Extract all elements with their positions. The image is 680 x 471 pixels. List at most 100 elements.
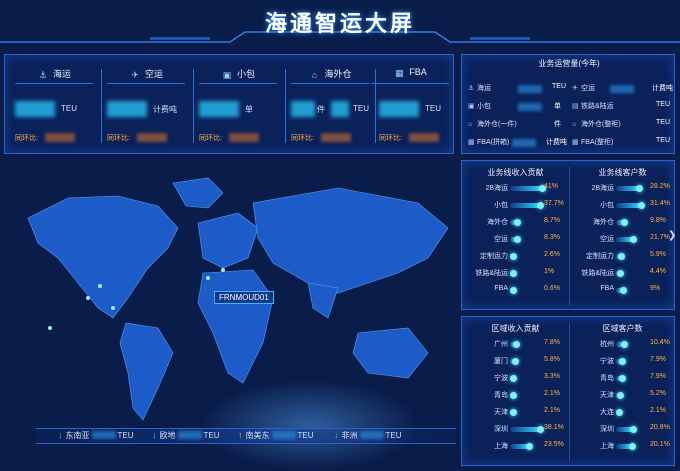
value-redacted bbox=[199, 101, 239, 117]
package-icon: ▣ bbox=[222, 70, 232, 80]
stat-row: 上海 23.5% bbox=[464, 441, 568, 453]
stat-dot bbox=[510, 392, 517, 399]
stat-value: 1% bbox=[544, 268, 555, 275]
stat-row: 定制运力 5.9% bbox=[570, 251, 674, 263]
stat-label: 小包 bbox=[494, 202, 508, 209]
yoy-redacted bbox=[229, 133, 259, 142]
stat-value: 8.7% bbox=[544, 217, 560, 224]
stat-row: 深圳 38.1% bbox=[464, 424, 568, 436]
region-revenue-title: 区域收入贡献 bbox=[491, 324, 540, 333]
module-package[interactable]: ▣ 小包 单 同环比: bbox=[195, 63, 281, 147]
yoy-label: 同环比: bbox=[107, 135, 130, 142]
stat-label: 宁波 bbox=[600, 358, 614, 365]
stat-dot bbox=[510, 287, 517, 294]
stat-bar bbox=[510, 203, 541, 208]
stat-label: FBA bbox=[494, 285, 508, 292]
stat-row: FBA 9% bbox=[570, 285, 674, 297]
module-overseas-warehouse[interactable]: ⌂ 海外仓 件 TEU 同环比: bbox=[287, 63, 371, 147]
module-unit: 件 bbox=[317, 105, 325, 114]
module-unit: TEU bbox=[425, 104, 441, 113]
stat-dot bbox=[510, 253, 517, 260]
warehouse-icon: ⌂ bbox=[468, 121, 473, 128]
stat-label: 小包 bbox=[600, 202, 614, 209]
value-redacted bbox=[379, 101, 419, 117]
chevron-right-icon[interactable]: ❯ bbox=[668, 230, 676, 241]
south-america bbox=[119, 322, 174, 421]
stat-label: 杭州 bbox=[600, 341, 614, 348]
stat-value: 0.6% bbox=[544, 285, 560, 292]
plane-icon: ✈ bbox=[572, 85, 578, 92]
region-customers-title: 区域客户数 bbox=[602, 324, 643, 333]
value-redacted bbox=[331, 101, 349, 117]
operations-panel: 业务运营量(今年) ⚓ 海运 TEU ✈ 空运 计费吨 ▣ 小包单 ▤ 铁路&陆运 TEU ⌂… bbox=[461, 54, 675, 154]
ship-icon: ⚓ bbox=[468, 85, 475, 92]
yoy-redacted bbox=[321, 133, 351, 142]
stat-row: 定制运力 2.6% bbox=[464, 251, 568, 263]
stat-row: 海外仓 8.7% bbox=[464, 217, 568, 229]
stat-dot bbox=[510, 375, 517, 382]
stat-row: 杭州 10.4% bbox=[570, 339, 674, 351]
stat-dot bbox=[638, 202, 646, 209]
business-customers-title: 业务线客户数 bbox=[598, 168, 647, 177]
stat-dot bbox=[525, 443, 533, 450]
stat-dot bbox=[510, 409, 517, 416]
north-america bbox=[27, 195, 179, 319]
arrow-down-icon: ↓ bbox=[152, 430, 157, 440]
module-unit: 计费吨 bbox=[153, 105, 177, 114]
ops-item: ⚓ 海运 TEU bbox=[468, 83, 566, 93]
stat-label: 广州 bbox=[494, 341, 508, 348]
stat-value: 5.8% bbox=[544, 356, 560, 363]
yoy-redacted bbox=[409, 133, 439, 142]
yoy-label: 同环比: bbox=[291, 135, 314, 142]
business-summary-panel: ⚓ 海运 TEU 同环比: ✈ 空运 计费吨 同环比: ▣ 小包 单 同环比: ⌂ 海外… bbox=[4, 54, 454, 154]
stat-row: 海外仓 9.8% bbox=[570, 217, 674, 229]
stat-dot bbox=[513, 341, 521, 348]
stat-value: 5.9% bbox=[650, 251, 666, 258]
stat-label: 上海 bbox=[600, 443, 614, 450]
stat-dot bbox=[616, 409, 623, 416]
warehouse-icon: ⌂ bbox=[572, 121, 577, 128]
stat-row: 天津 5.2% bbox=[570, 390, 674, 402]
business-revenue-title: 业务线收入贡献 bbox=[487, 168, 544, 177]
stat-value: 28.2% bbox=[650, 183, 670, 190]
stat-row: 天津 2.1% bbox=[464, 407, 568, 419]
stat-value: 31.4% bbox=[650, 200, 670, 207]
fba-icon: ▦ bbox=[468, 139, 475, 146]
arrow-up-icon: ↑ bbox=[238, 430, 243, 440]
stat-value: 2.1% bbox=[650, 407, 666, 414]
route-item[interactable]: ↓ 非洲 TEU bbox=[334, 430, 402, 442]
route-item[interactable]: ↓ 东南亚 TEU bbox=[58, 430, 134, 442]
greenland bbox=[172, 177, 224, 209]
module-fba[interactable]: ▦ FBA TEU 同环比: bbox=[367, 63, 453, 147]
stat-label: 海外仓 bbox=[487, 219, 508, 226]
route-item[interactable]: ↑ 南美东 TEU bbox=[238, 430, 314, 442]
module-air[interactable]: ✈ 空运 计费吨 同环比: bbox=[103, 63, 189, 147]
stat-label: 铁路&陆运 bbox=[581, 270, 614, 277]
stat-row: 宁波 7.9% bbox=[570, 356, 674, 368]
stat-value: 2.1% bbox=[544, 390, 560, 397]
stat-label: 2B海运 bbox=[485, 185, 508, 192]
asia bbox=[252, 187, 449, 294]
module-label: 小包 bbox=[236, 69, 255, 79]
module-sea[interactable]: ⚓ 海运 TEU 同环比: bbox=[11, 63, 97, 147]
ops-item: ▦ FBA(拼箱) 计费吨 bbox=[468, 139, 567, 147]
stat-label: 铁路&陆运 bbox=[475, 270, 508, 277]
route-item[interactable]: ↓ 欧地 TEU bbox=[152, 430, 220, 442]
stat-row: 大连 2.1% bbox=[570, 407, 674, 419]
stat-dot bbox=[616, 270, 624, 277]
module-unit: TEU bbox=[61, 104, 77, 113]
stat-bar bbox=[510, 186, 542, 191]
stat-dot bbox=[619, 358, 627, 365]
yoy-redacted bbox=[137, 133, 167, 142]
stat-label: 定制运力 bbox=[586, 253, 614, 260]
fba-icon: ▦ bbox=[572, 139, 579, 146]
ops-item: ⌂ 海外仓(一件) 件 bbox=[468, 121, 561, 128]
region-panel: 区域收入贡献 区域客户数 广州 7.8% 厦门 5.8% 宁波 3.3% 青岛 2.1% 天津 2… bbox=[461, 316, 675, 466]
stat-value: 38.1% bbox=[544, 424, 564, 431]
map-popup-label[interactable]: FRNMOUD01 bbox=[214, 291, 274, 304]
stat-row: 铁路&陆运 1% bbox=[464, 268, 568, 280]
ops-item: ▦ FBA(整柜) TEU bbox=[572, 137, 670, 146]
value-redacted bbox=[107, 101, 147, 117]
stat-row: 铁路&陆运 4.4% bbox=[570, 268, 674, 280]
stat-dot bbox=[513, 236, 521, 243]
